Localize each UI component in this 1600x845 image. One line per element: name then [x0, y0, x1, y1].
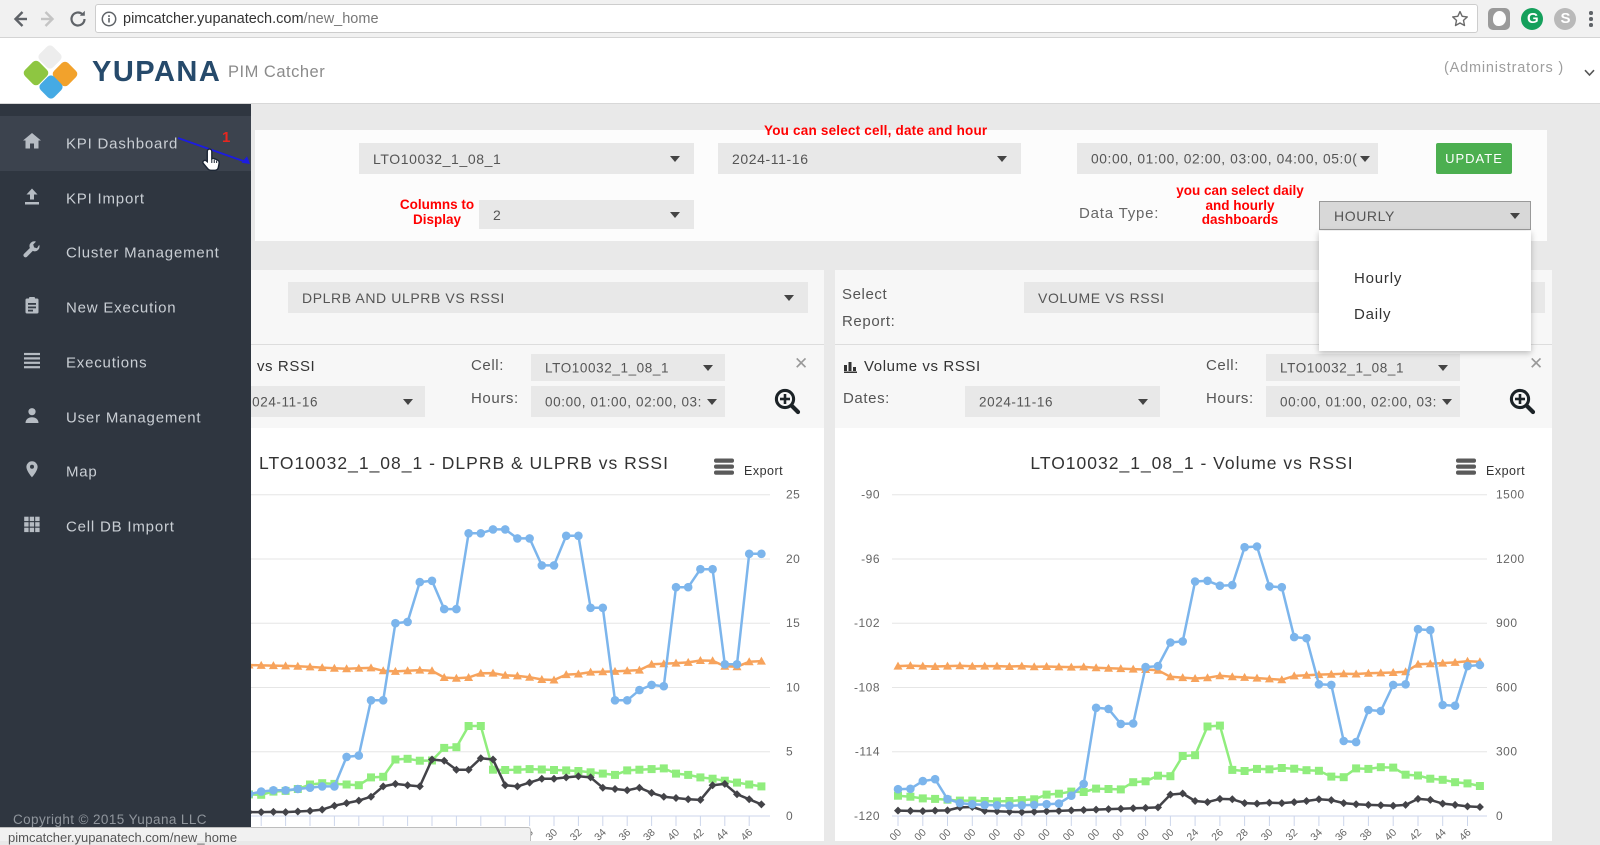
svg-text:-108: -108: [854, 681, 880, 695]
svg-text:0: 0: [1496, 809, 1503, 823]
svg-text:LTO10032_1_08_1 - DLPRB & ULPR: LTO10032_1_08_1 - DLPRB & ULPRB vs RSSI: [259, 453, 669, 474]
svg-text:-90: -90: [861, 488, 880, 502]
svg-text:15: 15: [786, 616, 800, 630]
svg-text:-114: -114: [855, 745, 880, 759]
svg-text:20: 20: [786, 552, 800, 566]
svg-text:LTO10032_1_08_1 - Volume vs RS: LTO10032_1_08_1 - Volume vs RSSI: [1030, 453, 1353, 474]
svg-text:1500: 1500: [1496, 488, 1525, 502]
svg-text:900: 900: [1496, 616, 1518, 630]
svg-text:Export: Export: [744, 464, 783, 478]
svg-text:600: 600: [1496, 681, 1518, 695]
svg-text:25: 25: [786, 488, 800, 502]
svg-text:300: 300: [1496, 745, 1518, 759]
svg-text:-96: -96: [861, 552, 880, 566]
svg-text:1200: 1200: [1496, 552, 1525, 566]
svg-text:-120: -120: [854, 809, 880, 823]
svg-text:Export: Export: [1486, 464, 1525, 478]
svg-text:10: 10: [786, 681, 800, 695]
svg-text:5: 5: [786, 745, 793, 759]
svg-text:0: 0: [786, 809, 793, 823]
svg-text:-102: -102: [854, 616, 880, 630]
